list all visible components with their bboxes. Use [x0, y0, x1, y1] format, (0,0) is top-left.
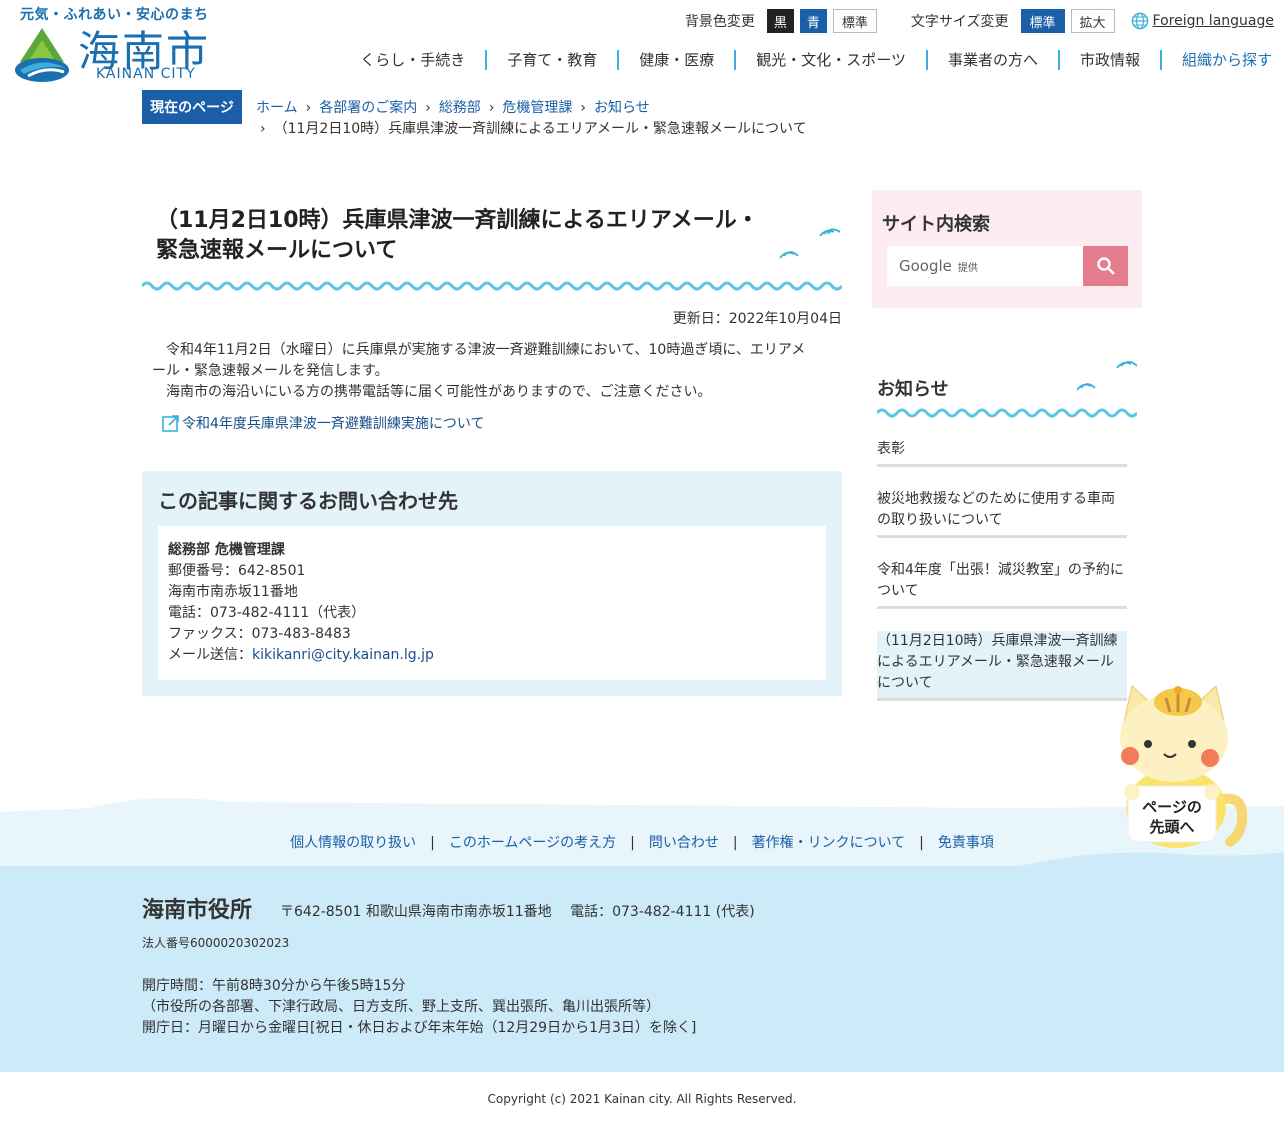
search-button[interactable]	[1083, 246, 1128, 286]
nav-item-living[interactable]: くらし・手続き	[340, 50, 485, 70]
nav-item-childcare[interactable]: 子育て・教育	[485, 50, 617, 70]
contact-dept: 総務部 危機管理課	[168, 542, 285, 558]
search-title: サイト内検索	[882, 214, 990, 235]
nav-item-city-info[interactable]: 市政情報	[1057, 50, 1160, 70]
nav-item-health[interactable]: 健康・医療	[617, 50, 734, 70]
title-wave-underline	[142, 281, 842, 291]
utility-bar: 背景色変更 黒 青 標準 文字サイズ変更 標準 拡大 Foreign langu…	[685, 8, 1274, 34]
search-input[interactable]: Google 提供	[887, 246, 1083, 286]
footer-link-contact[interactable]: 問い合わせ	[649, 835, 719, 851]
nav-item-business[interactable]: 事業者の方へ	[925, 50, 1058, 70]
google-provided-label: 提供	[957, 262, 978, 274]
font-standard-button[interactable]: 標準	[1020, 9, 1065, 33]
article-paragraph: 海南市の海沿いにいる方の携帯電話等に届く可能性がありますので、ご注意ください。	[166, 384, 712, 400]
contact-mail-row: メール送信：kikikanri@city.kainan.lg.jp	[168, 645, 816, 666]
contact-phone: 電話：073-482-4111（代表）	[168, 605, 366, 621]
page-top-label-1: ページの	[1142, 798, 1202, 816]
cat-mascot-icon: ページの 先頭へ	[1120, 685, 1248, 848]
footer-corp-number: 法人番号6000020302023	[142, 936, 290, 950]
footer-link-disclaimer[interactable]: 免責事項	[938, 835, 994, 851]
footer-hours: 開庁時間：午前8時30分から午後5時15分 （市役所の各部署、下津行政局、日方支…	[142, 976, 696, 1039]
external-link-icon	[162, 415, 179, 432]
foreign-language-link[interactable]: Foreign language	[1153, 13, 1274, 29]
sidebar-news: お知らせ 表彰 被災地救援などのために使用する車両の取り扱いについて 令和4年度…	[877, 360, 1137, 701]
page-top-label-2: 先頭へ	[1149, 818, 1194, 836]
news-link[interactable]: 令和4年度「出張！減災教室」の予約について	[877, 562, 1124, 599]
contact-mail-link[interactable]: kikikanri@city.kainan.lg.jp	[252, 647, 434, 663]
wave-decoration-icon	[779, 228, 841, 259]
chevron-right-icon: ›	[488, 100, 495, 116]
breadcrumb-general-affairs[interactable]: 総務部	[439, 100, 481, 116]
page-top-button[interactable]: ページの 先頭へ	[1112, 682, 1252, 852]
footer: 海南市役所 〒642-8501 和歌山県海南市南赤坂11番地 電話：073-48…	[0, 866, 1284, 1072]
footer-address: 〒642-8501 和歌山県海南市南赤坂11番地 電話：073-482-4111…	[280, 904, 755, 920]
logo-mountain-icon	[15, 28, 69, 82]
breadcrumb-crisis-management[interactable]: 危機管理課	[502, 100, 572, 116]
bg-blue-button[interactable]: 青	[799, 9, 827, 33]
footer-hours-line: 開庁日：月曜日から金曜日[祝日・休日および年末年始（12月29日から1月3日）を…	[142, 1020, 697, 1036]
nav-item-tourism[interactable]: 観光・文化・スポーツ	[734, 50, 926, 70]
updated-date: 更新日：2022年10月04日	[672, 311, 842, 327]
news-item: 表彰	[877, 439, 1127, 467]
breadcrumb-current: （11月2日10時）兵庫県津波一斉訓練によるエリアメール・緊急速報メールについて	[273, 121, 807, 137]
link-separator: |	[732, 835, 738, 851]
main-content: （11月2日10時）兵庫県津波一斉訓練によるエリアメール・緊急速報メールについて…	[142, 190, 842, 696]
footer-hours-line: 開庁時間：午前8時30分から午後5時15分	[142, 978, 406, 994]
contact-postal: 郵便番号：642-8501	[168, 563, 306, 579]
footer-links: 個人情報の取り扱い | このホームページの考え方 | 問い合わせ | 著作権・リンクについて…	[0, 832, 1284, 852]
chevron-right-icon: ›	[580, 100, 587, 116]
footer-wave	[0, 798, 1284, 870]
footer-link-policy[interactable]: このホームページの考え方	[449, 835, 616, 851]
article-body: 令和4年11月2日（水曜日）に兵庫県が実施する津波一斉避難訓練において、10時過…	[142, 340, 842, 403]
site-search: サイト内検索 Google 提供	[872, 190, 1142, 308]
breadcrumb: ホーム › 各部署のご案内 › 総務部 › 危機管理課 › お知らせ › （11月2日10時）兵庫…	[256, 98, 876, 140]
breadcrumb-departments[interactable]: 各部署のご案内	[319, 100, 417, 116]
news-link[interactable]: 表彰	[877, 441, 905, 457]
wave-decoration-icon	[1077, 361, 1137, 391]
google-logo: Google	[899, 257, 952, 275]
global-nav: くらし・手続き 子育て・教育 健康・医療 観光・文化・スポーツ 事業者の方へ 市…	[340, 48, 1272, 72]
link-separator: |	[430, 835, 435, 851]
logo-english: KAINAN CITY	[96, 66, 196, 82]
contact-fax: ファックス：073-483-8483	[168, 626, 351, 642]
news-link[interactable]: 被災地救援などのために使用する車両の取り扱いについて	[877, 491, 1115, 528]
link-separator: |	[919, 835, 924, 851]
page-title: （11月2日10時）兵庫県津波一斉訓練によるエリアメール・緊急速報メールについて	[156, 208, 759, 263]
footer-org-name: 海南市役所	[142, 898, 253, 923]
font-size-label: 文字サイズ変更	[910, 14, 1009, 30]
chevron-right-icon: ›	[260, 121, 266, 137]
search-icon	[1096, 257, 1115, 275]
footer-link-privacy[interactable]: 個人情報の取り扱い	[290, 835, 416, 851]
news-item: 令和4年度「出張！減災教室」の予約について	[877, 560, 1127, 609]
training-info-link[interactable]: 令和4年度兵庫県津波一斉避難訓練実施について	[182, 413, 485, 433]
contact-address: 海南市南赤坂11番地	[168, 584, 298, 600]
breadcrumb-notices[interactable]: お知らせ	[594, 100, 650, 116]
chevron-right-icon: ›	[425, 100, 431, 116]
contact-section: この記事に関するお問い合わせ先 総務部 危機管理課 郵便番号：642-8501 …	[142, 471, 842, 696]
breadcrumb-home[interactable]: ホーム	[256, 100, 298, 116]
current-page-badge: 現在のページ	[142, 90, 242, 124]
news-item-current: （11月2日10時）兵庫県津波一斉訓練によるエリアメール・緊急速報メールについて	[877, 631, 1127, 701]
article-paragraph: 令和4年11月2日（水曜日）に兵庫県が実施する津波一斉避難訓練において、10時過…	[152, 342, 806, 379]
external-link-row: 令和4年度兵庫県津波一斉避難訓練実施について	[142, 413, 842, 433]
news-wave-underline	[877, 408, 1137, 418]
footer-link-copyright[interactable]: 著作権・リンクについて	[752, 835, 906, 851]
chevron-right-icon: ›	[305, 100, 312, 116]
nav-item-organization[interactable]: 組織から探す	[1159, 50, 1272, 70]
font-large-button[interactable]: 拡大	[1070, 9, 1115, 33]
bg-color-label: 背景色変更	[684, 14, 755, 30]
site-logo[interactable]: 元気・ふれあい・安心のまち 海南市 KAINAN CITY	[14, 4, 214, 88]
bg-standard-button[interactable]: 標準	[832, 9, 877, 33]
footer-hours-line: （市役所の各部署、下津行政局、日方支所、野上支所、巽出張所、亀川出張所等）	[142, 999, 660, 1015]
contact-heading: この記事に関するお問い合わせ先	[158, 489, 458, 513]
link-separator: |	[630, 835, 635, 851]
contact-box: 総務部 危機管理課 郵便番号：642-8501 海南市南赤坂11番地 電話：07…	[158, 526, 826, 680]
globe-icon	[1131, 12, 1148, 30]
news-item: 被災地救援などのために使用する車両の取り扱いについて	[877, 489, 1127, 538]
bg-black-button[interactable]: 黒	[766, 9, 794, 33]
copyright: Copyright (c) 2021 Kainan city. All Righ…	[487, 1092, 797, 1106]
news-current-text: （11月2日10時）兵庫県津波一斉訓練によるエリアメール・緊急速報メールについて	[877, 633, 1118, 691]
contact-mail-label: メール送信：	[168, 647, 252, 663]
